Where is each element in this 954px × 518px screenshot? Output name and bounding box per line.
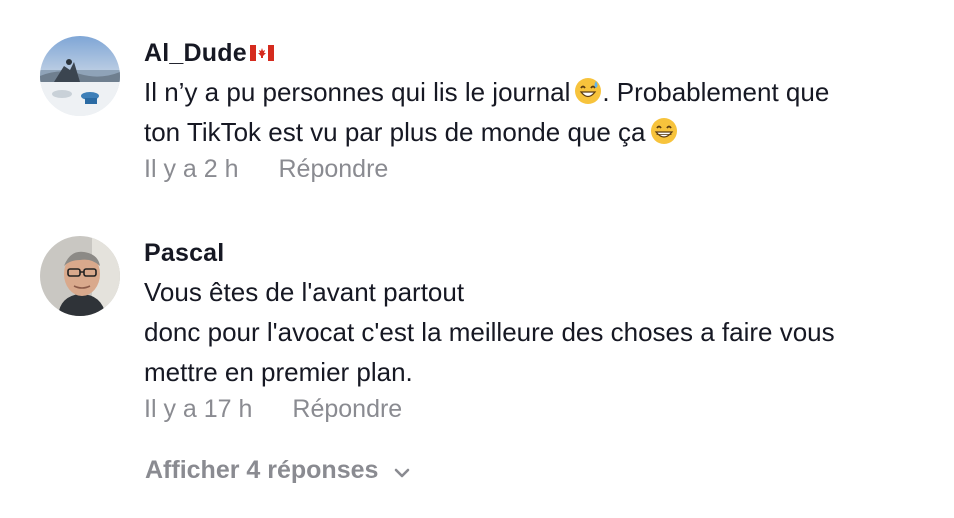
comment-timestamp: Il y a 2 h [144, 154, 239, 183]
avatar[interactable] [40, 36, 120, 116]
comment-line: Il n’y a pu personnes qui lis le journal [144, 77, 571, 107]
sweat-smile-emoji [574, 76, 602, 104]
comment-text: Vous êtes de l'avant partout donc pour l… [144, 272, 954, 392]
reply-button[interactable]: Répondre [292, 395, 402, 424]
comment-timestamp: Il y a 17 h [144, 394, 253, 423]
avatar[interactable] [40, 236, 120, 316]
show-replies-label: Afficher 4 réponses [145, 456, 379, 484]
comment-item: Pascal Vous êtes de l'avant partout donc… [40, 236, 954, 426]
comment-item: Al_Dude Il n’y a pu personnes qui lis le… [40, 36, 954, 186]
comment-line: donc pour l'avocat c'est la meilleure de… [144, 317, 835, 347]
comment-line: ton TikTok est vu par plus de monde que … [144, 117, 646, 147]
username[interactable]: Al_Dude [144, 39, 247, 68]
username[interactable]: Pascal [144, 239, 224, 268]
avatar-image [40, 36, 120, 116]
chevron-down-icon [392, 461, 412, 481]
avatar-image [40, 236, 120, 316]
comment-text: Il n’y a pu personnes qui lis le journal… [144, 72, 954, 152]
canada-flag-icon [249, 45, 274, 61]
comment-line: mettre en premier plan. [144, 357, 413, 387]
reply-button[interactable]: Répondre [279, 155, 389, 184]
comment-line: . Probablement que [602, 77, 830, 107]
show-replies-button[interactable]: Afficher 4 réponses [145, 456, 412, 485]
comment-line: Vous êtes de l'avant partout [144, 277, 465, 307]
grinning-emoji [650, 116, 678, 144]
